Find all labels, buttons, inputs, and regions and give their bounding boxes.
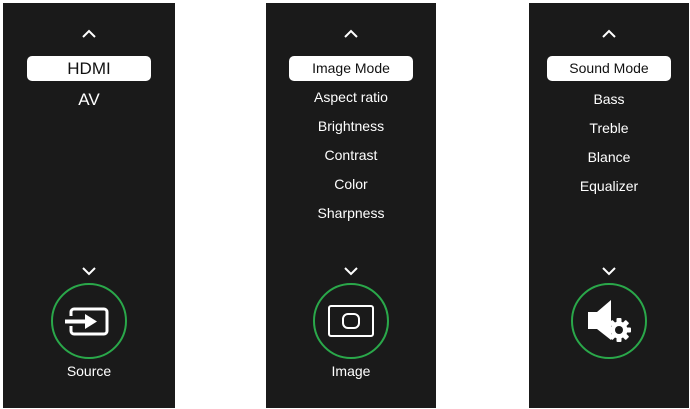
chevron-up-icon[interactable] xyxy=(340,27,362,41)
menu-item-color[interactable]: Color xyxy=(266,170,436,199)
menu-item-equalizer[interactable]: Equalizer xyxy=(529,172,689,201)
image-panel: Image Mode Aspect ratio Brightness Contr… xyxy=(266,3,436,408)
chevron-up-icon[interactable] xyxy=(598,27,620,41)
sound-menu: Sound Mode Bass Treble Blance Equalizer xyxy=(529,56,689,201)
menu-item-av[interactable]: AV xyxy=(3,85,175,116)
source-label: Source xyxy=(66,363,112,379)
chevron-down-icon[interactable] xyxy=(340,264,362,278)
source-input-icon xyxy=(65,307,109,336)
menu-item-treble[interactable]: Treble xyxy=(529,114,689,143)
menu-item-hdmi[interactable]: HDMI xyxy=(27,56,151,81)
chevron-up-icon[interactable] xyxy=(78,27,100,41)
menu-item-aspect-ratio[interactable]: Aspect ratio xyxy=(266,83,436,112)
image-menu: Image Mode Aspect ratio Brightness Contr… xyxy=(266,56,436,228)
chevron-down-icon[interactable] xyxy=(78,264,100,278)
speaker-settings-icon xyxy=(588,300,631,342)
image-icon xyxy=(328,305,374,337)
image-button[interactable] xyxy=(313,283,389,359)
menu-item-balance[interactable]: Blance xyxy=(529,143,689,172)
menu-item-brightness[interactable]: Brightness xyxy=(266,112,436,141)
image-label: Image xyxy=(331,363,371,379)
sound-button[interactable] xyxy=(571,283,647,359)
menu-item-image-mode[interactable]: Image Mode xyxy=(289,56,413,81)
menu-item-sharpness[interactable]: Sharpness xyxy=(266,199,436,228)
sound-panel: Sound Mode Bass Treble Blance Equalizer xyxy=(529,3,689,408)
source-menu: HDMI AV xyxy=(3,56,175,116)
chevron-down-icon[interactable] xyxy=(598,264,620,278)
menu-item-bass[interactable]: Bass xyxy=(529,85,689,114)
source-button[interactable] xyxy=(51,283,127,359)
menu-item-contrast[interactable]: Contrast xyxy=(266,141,436,170)
source-panel: HDMI AV Source xyxy=(3,3,175,408)
menu-item-sound-mode[interactable]: Sound Mode xyxy=(547,56,671,81)
